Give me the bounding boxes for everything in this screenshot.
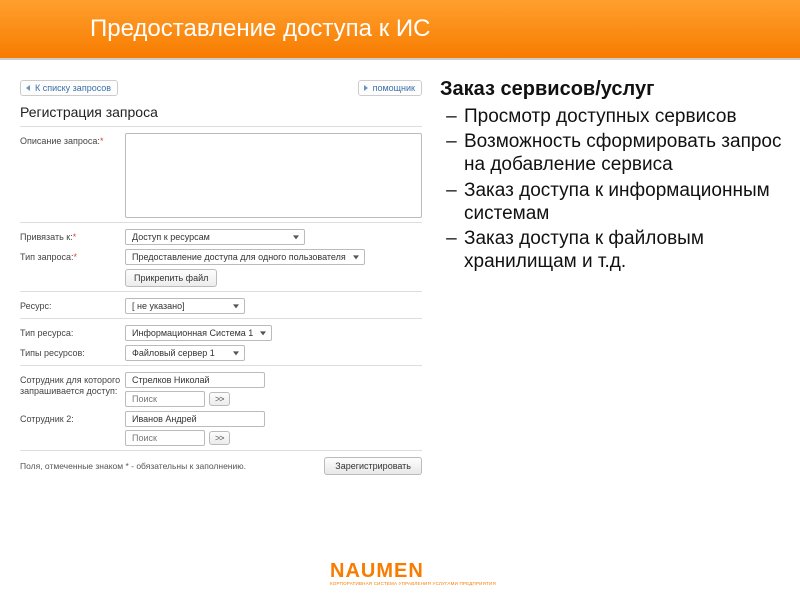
divider: [20, 222, 422, 223]
spacer: [20, 269, 125, 272]
emp1-search-input[interactable]: [125, 391, 205, 407]
required-note: Поля, отмеченные знаком * - обязательны …: [20, 461, 246, 471]
bullet-item: Заказ доступа к информационным системам: [462, 179, 782, 225]
emp2-browse-button[interactable]: >>: [209, 431, 230, 445]
row-res-types: Типы ресурсов: Файловый сервер 1: [20, 345, 422, 361]
emp1-input[interactable]: [125, 372, 265, 388]
bullet-item: Заказ доступа к файловым хранилищам и т.…: [462, 227, 782, 273]
required-mark: *: [73, 232, 77, 242]
submit-button[interactable]: Зарегистрировать: [324, 457, 422, 475]
row-bind: Привязать к:* Доступ к ресурсам: [20, 229, 422, 245]
row-description: Описание запроса:*: [20, 133, 422, 218]
row-type: Тип запроса:* Предоставление доступа для…: [20, 249, 422, 265]
bind-label: Привязать к:*: [20, 229, 125, 243]
row-attach: Прикрепить файл: [20, 269, 422, 287]
res-types-label: Типы ресурсов:: [20, 345, 125, 359]
content-area: К списку запросов помощник Регистрация з…: [0, 60, 800, 475]
emp2-block: >>: [125, 411, 265, 446]
bind-label-text: Привязать к:: [20, 232, 73, 242]
res-type-select[interactable]: Информационная Система 1: [125, 325, 272, 341]
required-mark: *: [100, 136, 104, 146]
attach-button[interactable]: Прикрепить файл: [125, 269, 217, 287]
emp1-block: >>: [125, 372, 265, 407]
row-emp2: Сотрудник 2: >>: [20, 411, 422, 446]
bind-select[interactable]: Доступ к ресурсам: [125, 229, 305, 245]
type-label-text: Тип запроса:: [20, 252, 74, 262]
slide-header: Предоставление доступа к ИС: [0, 0, 800, 60]
form-screenshot: К списку запросов помощник Регистрация з…: [0, 60, 430, 475]
emp2-search-input[interactable]: [125, 430, 205, 446]
logo-subtitle: КОРПОРАТИВНАЯ СИСТЕМА УПРАВЛЕНИЯ УСЛУГАМ…: [330, 581, 496, 586]
required-mark: *: [74, 252, 78, 262]
divider: [20, 318, 422, 319]
emp2-input[interactable]: [125, 411, 265, 427]
description-label-text: Описание запроса:: [20, 136, 100, 146]
bullet-item: Просмотр доступных сервисов: [462, 105, 782, 128]
divider: [20, 291, 422, 292]
help-link[interactable]: помощник: [358, 80, 422, 96]
row-resource: Ресурс: [ не указано]: [20, 298, 422, 314]
resource-label: Ресурс:: [20, 298, 125, 312]
row-res-type: Тип ресурса: Информационная Система 1: [20, 325, 422, 341]
description-textarea[interactable]: [125, 133, 422, 218]
emp2-label: Сотрудник 2:: [20, 411, 125, 425]
text-heading: Заказ сервисов/услуг: [440, 78, 782, 101]
bullet-item: Возможность сформировать запрос на добав…: [462, 130, 782, 176]
res-types-select[interactable]: Файловый сервер 1: [125, 345, 245, 361]
slide-title: Предоставление доступа к ИС: [90, 15, 430, 43]
emp1-browse-button[interactable]: >>: [209, 392, 230, 406]
res-type-label: Тип ресурса:: [20, 325, 125, 339]
divider: [20, 126, 422, 127]
divider: [20, 450, 422, 451]
emp1-label: Сотрудник для которого запрашивается дос…: [20, 372, 125, 397]
bullet-list: Просмотр доступных сервисов Возможность …: [440, 105, 782, 273]
form-footer: Поля, отмеченные знаком * - обязательны …: [20, 457, 422, 475]
top-links: К списку запросов помощник: [20, 80, 422, 96]
divider: [20, 365, 422, 366]
type-select[interactable]: Предоставление доступа для одного пользо…: [125, 249, 365, 265]
resource-select[interactable]: [ не указано]: [125, 298, 245, 314]
logo-word: NAUMEN: [330, 560, 496, 583]
type-label: Тип запроса:*: [20, 249, 125, 263]
form-title: Регистрация запроса: [20, 104, 422, 120]
naumen-logo: NAUMEN КОРПОРАТИВНАЯ СИСТЕМА УПРАВЛЕНИЯ …: [330, 560, 496, 586]
back-link[interactable]: К списку запросов: [20, 80, 118, 96]
text-panel: Заказ сервисов/услуг Просмотр доступных …: [430, 60, 800, 475]
description-label: Описание запроса:*: [20, 133, 125, 147]
row-emp1: Сотрудник для которого запрашивается дос…: [20, 372, 422, 407]
